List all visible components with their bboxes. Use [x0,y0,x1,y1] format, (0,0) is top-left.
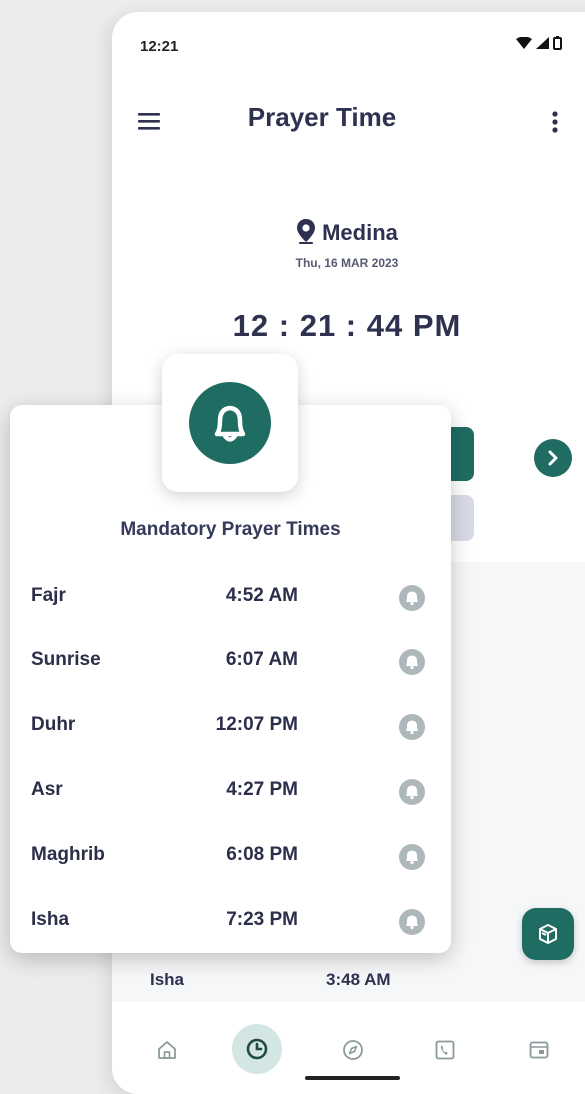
prayer-name: Duhr [31,714,76,735]
calendar-icon [529,1041,549,1059]
bell-icon [214,405,246,442]
prayer-time: 6:08 PM [226,844,298,865]
background-prayer-row: Isha 3:48 AM [150,970,410,990]
battery-icon [553,36,562,50]
bell-icon [399,585,425,611]
prayer-row-sunrise: Sunrise 6:07 AM [10,641,451,681]
prayer-time: 6:07 AM [225,649,298,670]
prayer-name: Sunrise [31,649,101,670]
prayer-name: Fajr [31,585,66,606]
bell-icon [399,714,425,740]
nav-prayer-times[interactable] [232,1024,282,1074]
chevron-right-icon [548,450,558,466]
card-title: Mandatory Prayer Times [120,519,341,540]
notification-toggle[interactable] [395,775,429,809]
background-prayer-name: Isha [150,970,185,989]
location-pin-icon [297,219,316,244]
nav-home[interactable] [144,1027,190,1073]
status-time: 12:21 [140,38,179,55]
kaaba-icon [539,924,557,944]
notification-toggle[interactable] [395,840,429,874]
qibla-fab-button[interactable] [522,908,574,960]
compass-icon [343,1040,363,1060]
notification-toggle[interactable] [395,905,429,939]
prayer-row-maghrib: Maghrib 6:08 PM [10,836,451,876]
prayer-row-fajr: Fajr 4:52 AM [10,577,451,617]
bell-icon [399,649,425,675]
location-name: Medina [322,220,398,245]
nav-contact[interactable] [422,1027,468,1073]
nav-calendar[interactable] [516,1027,562,1073]
more-options-icon[interactable] [552,110,558,139]
prayer-time: 7:23 PM [226,909,298,930]
page-title: Prayer Time [247,102,397,132]
status-icons [516,36,562,50]
prayer-time: 12:07 PM [215,714,298,735]
current-clock: 12 : 21 : 44 PM [232,308,462,343]
background-prayer-time: 3:48 AM [326,970,391,989]
current-date: Thu, 16 MAR 2023 [295,256,399,270]
gesture-home-bar [305,1076,400,1080]
clock-icon [246,1038,268,1060]
bottom-navigation [112,1007,585,1094]
prayer-time: 4:27 PM [226,779,298,800]
prayer-time: 4:52 AM [225,585,298,606]
nav-compass[interactable] [330,1027,376,1073]
bell-icon [399,844,425,870]
wifi-icon [516,37,532,49]
bell-icon [399,779,425,805]
notification-badge [189,382,271,464]
home-icon [158,1041,176,1059]
notification-badge-card [162,354,298,492]
signal-icon [536,37,549,49]
bell-icon [399,909,425,935]
notification-toggle[interactable] [395,710,429,744]
prayer-name: Isha [31,909,70,930]
prayer-row-asr: Asr 4:27 PM [10,771,451,811]
next-button[interactable] [534,439,572,477]
notification-toggle[interactable] [395,581,429,615]
prayer-row-duhr: Duhr 12:07 PM [10,706,451,746]
prayer-row-isha: Isha 7:23 PM [10,901,451,941]
prayer-name: Maghrib [31,844,105,865]
phone-icon [435,1040,455,1060]
prayer-name: Asr [31,779,63,800]
notification-toggle[interactable] [395,645,429,679]
location-label: Medina [112,218,582,246]
